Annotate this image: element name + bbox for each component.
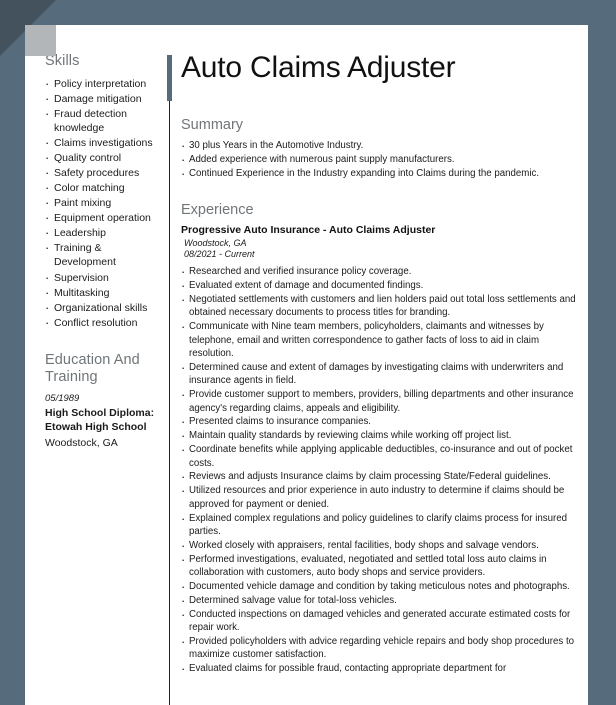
list-item: Quality control [45,150,159,166]
list-item: Evaluated claims for possible fraud, con… [181,660,581,678]
list-item: Color matching [45,180,159,196]
resume-main-column: Auto Claims Adjuster Summary 30 plus Yea… [181,25,581,705]
list-item: Performed investigations, evaluated, neg… [181,551,581,580]
list-item: 30 plus Years in the Automotive Industry… [181,137,581,155]
list-item: Conflict resolution [45,315,159,331]
title-accent-bar [167,55,172,101]
list-item: Negotiated settlements with customers an… [181,291,581,320]
list-item: Safety procedures [45,165,159,181]
summary-list: 30 plus Years in the Automotive Industry… [181,137,581,183]
skills-heading: Skills [45,53,80,69]
list-item: Utilized resources and prior experience … [181,482,581,511]
list-item: Paint mixing [45,195,159,211]
list-item: Evaluated extent of damage and documente… [181,277,581,295]
list-item: Communicate with Nine team members, poli… [181,318,581,360]
education-degree: High School Diploma: Etowah High School [45,406,155,433]
summary-section: Summary 30 plus Years in the Automotive … [181,117,581,184]
job-location: Woodstock, GA [184,237,247,248]
list-item: Presented claims to insurance companies. [181,413,581,431]
list-item: Added experience with numerous paint sup… [181,151,581,169]
education-location: Woodstock, GA [45,436,118,449]
page-title: Auto Claims Adjuster [181,51,456,84]
summary-heading: Summary [181,117,244,133]
list-item: Worked closely with appraisers, rental f… [181,537,581,555]
list-item: Researched and verified insurance policy… [181,263,581,281]
job-title: Progressive Auto Insurance - Auto Claims… [181,223,436,236]
experience-section: Experience Progressive Auto Insurance - … [181,201,581,679]
list-item: Leadership [45,225,159,241]
list-item: Supervision [45,269,159,285]
list-item: Multitasking [45,285,159,301]
list-item: Provided policyholders with advice regar… [181,633,581,662]
job-dates: 08/2021 - Current [184,249,255,260]
list-item: Continued Experience in the Industry exp… [181,165,581,183]
list-item: Maintain quality standards by reviewing … [181,427,581,445]
list-item: Coordinate benefits while applying appli… [181,441,581,470]
list-item: Fraud detection knowledge [45,106,159,135]
list-item: Determined cause and extent of damages b… [181,359,581,388]
experience-bullet-list: Researched and verified insurance policy… [181,263,581,678]
list-item: Claims investigations [45,135,159,151]
education-heading: Education And Training [45,351,140,386]
list-item: Determined salvage value for total-loss … [181,592,581,610]
list-item: Provide customer support to members, pro… [181,386,581,415]
list-item: Organizational skills [45,300,159,316]
column-divider-rule [169,55,170,705]
list-item: Damage mitigation [45,91,159,107]
resume-sidebar: Skills Policy interpretation Damage miti… [25,25,167,705]
list-item: Documented vehicle damage and condition … [181,578,581,596]
resume-page: Skills Policy interpretation Damage miti… [25,25,588,705]
list-item: Reviews and adjusts Insurance claims by … [181,468,581,486]
list-item: Equipment operation [45,210,159,226]
skills-list: Policy interpretation Damage mitigation … [45,76,159,331]
list-item: Explained complex regulations and policy… [181,510,581,539]
list-item: Policy interpretation [45,76,159,92]
list-item: Training & Development [45,240,159,269]
experience-heading: Experience [181,201,254,218]
list-item: Conducted inspections on damaged vehicle… [181,606,581,635]
education-date: 05/1989 [45,393,80,405]
